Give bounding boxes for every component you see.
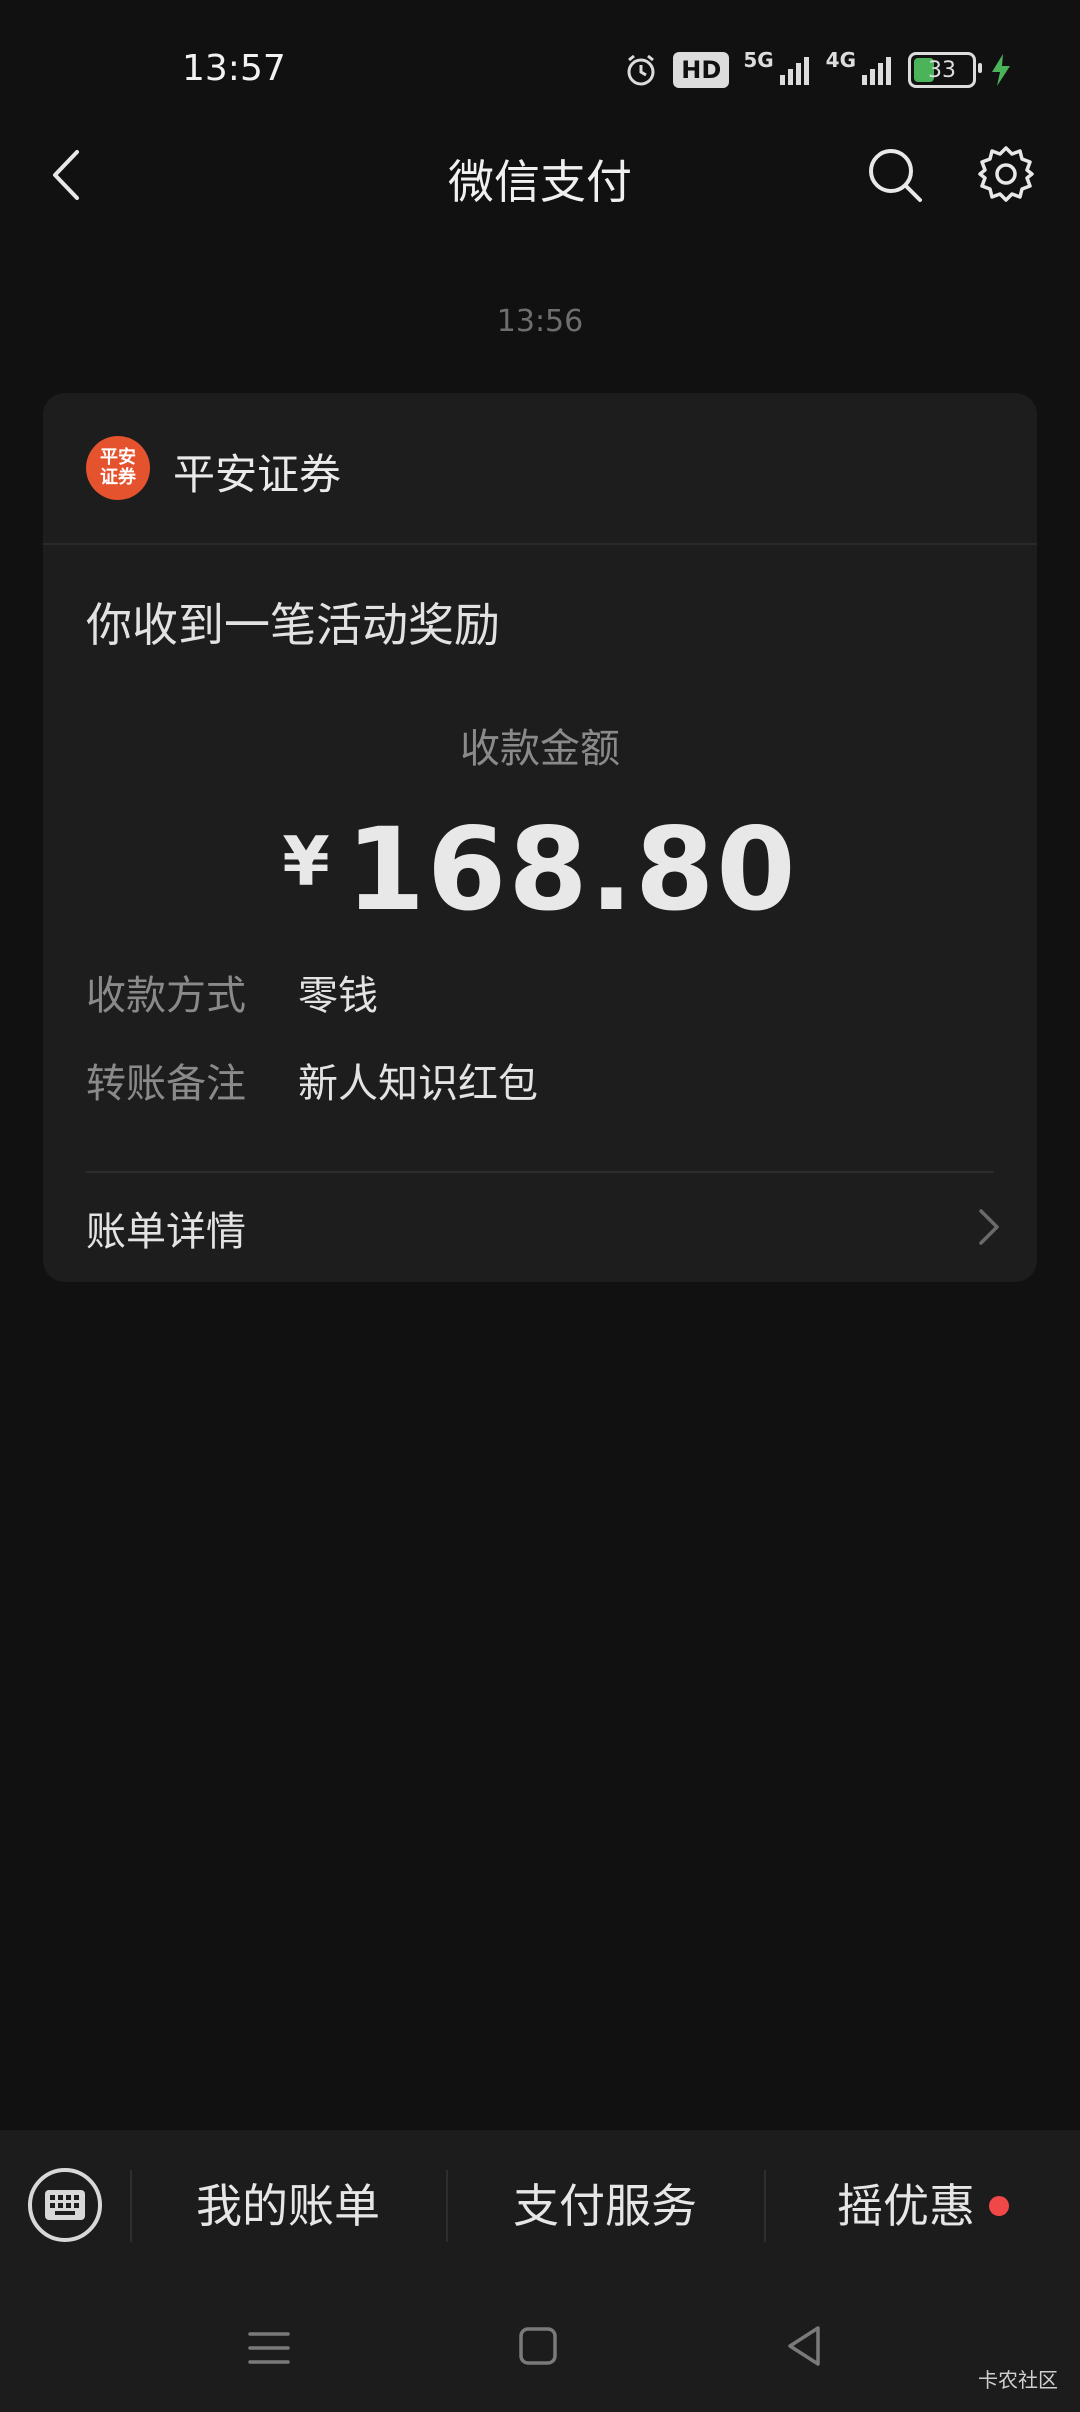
bill-details-link[interactable]: 账单详情 <box>86 1195 1007 1265</box>
menu-shake-deals[interactable]: 摇优惠 <box>766 2170 1080 2242</box>
transfer-note-value: 新人知识红包 <box>298 1061 538 1107</box>
message-timestamp: 13:56 <box>496 304 584 339</box>
hd-voice-icon: HD <box>673 52 730 88</box>
signal-icon <box>779 57 809 85</box>
currency-symbol: ¥ <box>282 823 330 902</box>
card-header: 平安 证券 平安证券 <box>43 393 1037 545</box>
transfer-note-label: 转账备注 <box>86 1061 246 1107</box>
keyboard-icon <box>45 2190 85 2220</box>
card-divider <box>86 1171 994 1173</box>
status-icons: HD 5G 4G 33 <box>623 48 1012 92</box>
keyboard-toggle-button[interactable] <box>28 2168 102 2242</box>
bottom-menu: 我的账单 支付服务 摇优惠 <box>0 2130 1080 2282</box>
bill-details-label: 账单详情 <box>86 1209 246 1255</box>
notification-dot <box>989 2195 1009 2216</box>
watermark: 卡农社区 <box>978 2368 1058 2392</box>
home-icon[interactable] <box>518 2326 558 2366</box>
menu-payment-services[interactable]: 支付服务 <box>448 2170 762 2242</box>
system-back-icon[interactable] <box>784 2324 824 2368</box>
status-bar: 13:57 HD 5G 4G 33 <box>0 0 1080 140</box>
notice-title: 你收到一笔活动奖励 <box>86 598 500 652</box>
payment-method-label: 收款方式 <box>86 973 246 1019</box>
search-icon[interactable] <box>866 146 924 204</box>
alarm-clock-icon <box>627 54 655 86</box>
merchant-logo: 平安 证券 <box>86 436 150 500</box>
charging-bolt-icon <box>992 54 1010 86</box>
payment-method-row: 收款方式 零钱 <box>86 963 378 1021</box>
gear-icon[interactable] <box>976 144 1036 204</box>
merchant-name: 平安证券 <box>173 450 342 499</box>
transfer-note-row: 转账备注 新人知识红包 <box>86 1051 538 1109</box>
chevron-right-icon <box>979 1209 999 1245</box>
5g-label: 5G <box>743 48 774 72</box>
status-time: 13:57 <box>182 48 286 89</box>
nav-bar: 微信支付 <box>0 130 1080 220</box>
payment-method-value: 零钱 <box>298 973 378 1019</box>
battery-level: 33 <box>928 57 956 83</box>
menu-my-bills[interactable]: 我的账单 <box>132 2170 444 2242</box>
system-nav-bar <box>0 2282 1080 2412</box>
4g-label: 4G <box>825 48 856 72</box>
battery-icon: 33 <box>908 52 982 88</box>
menu-shake-deals-label: 摇优惠 <box>837 2179 975 2233</box>
payment-notice-card[interactable]: 平安 证券 平安证券 你收到一笔活动奖励 收款金额 ¥168.80 收款方式 零钱 … <box>43 393 1037 1282</box>
amount-value: 168.80 <box>345 803 798 936</box>
amount: ¥168.80 <box>43 803 1037 936</box>
recent-apps-icon[interactable] <box>246 2328 292 2368</box>
signal-icon-2 <box>862 57 891 85</box>
amount-label: 收款金额 <box>460 726 620 772</box>
